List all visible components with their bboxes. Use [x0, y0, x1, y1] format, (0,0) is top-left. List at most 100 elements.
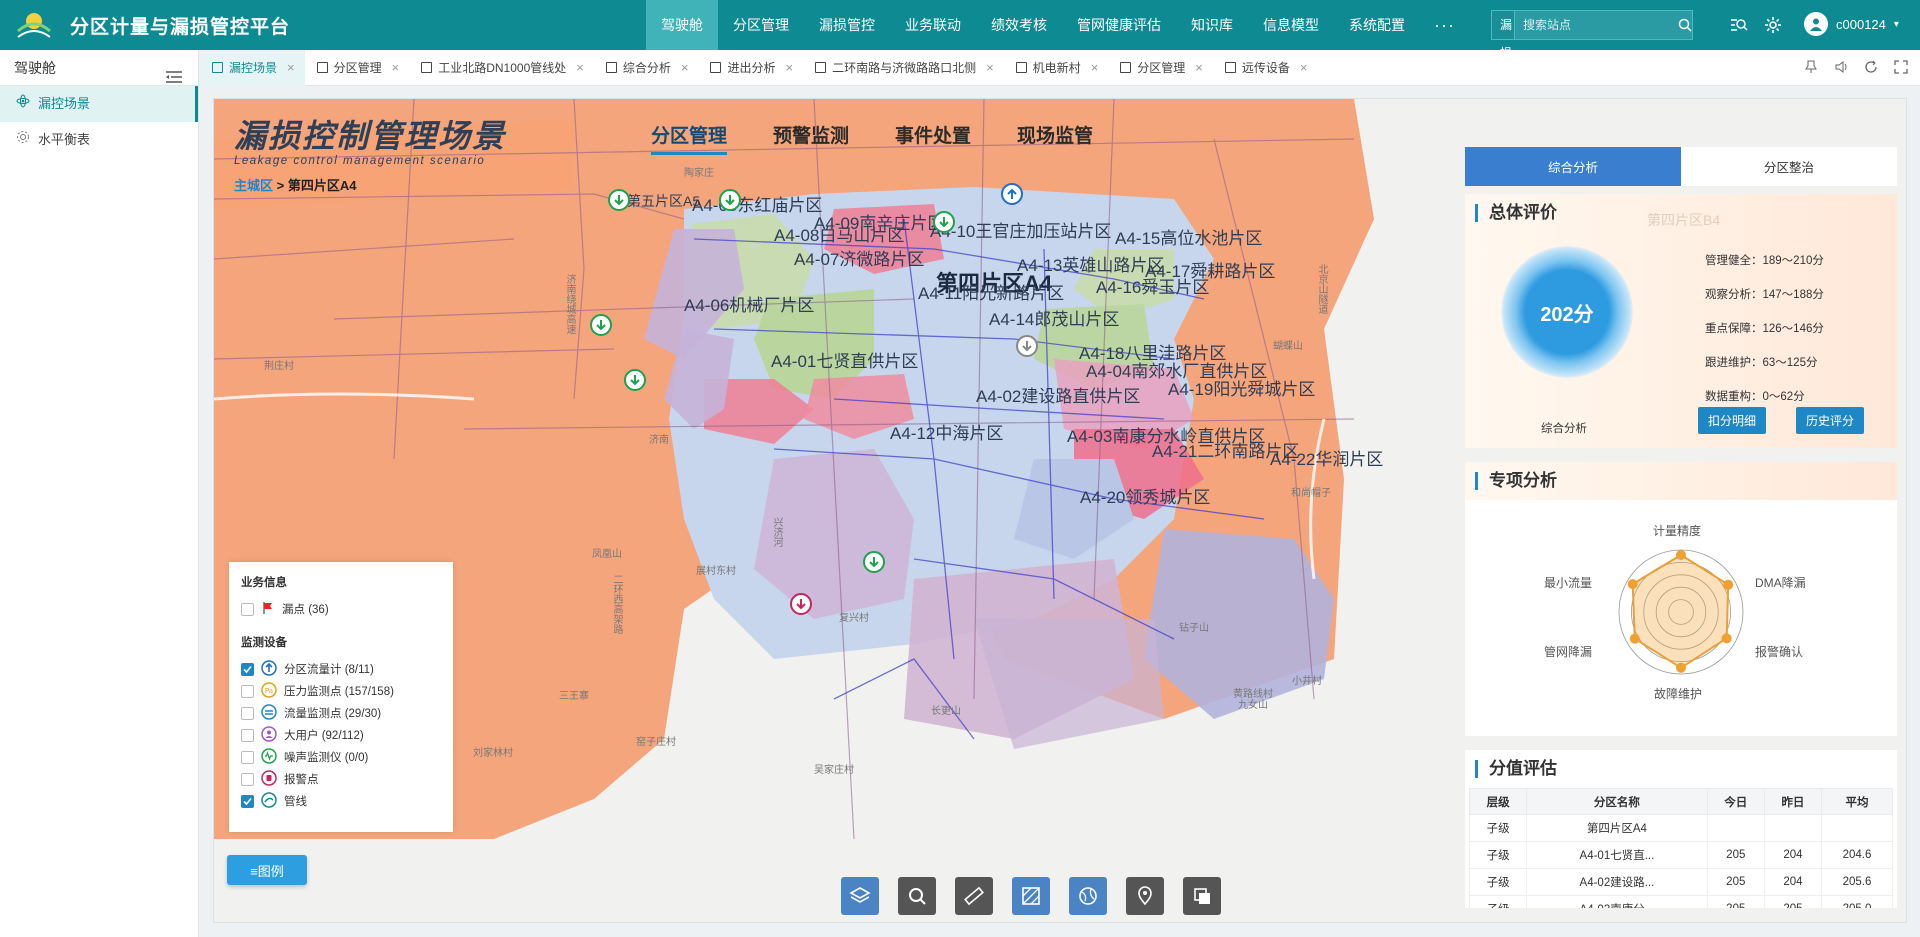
legend-item-flow[interactable]: 流量监测点 (29/30): [241, 702, 441, 724]
checkbox[interactable]: [241, 684, 254, 698]
legend-item-big-user[interactable]: 大用户 (92/112): [241, 724, 441, 746]
nav-network-health[interactable]: 管网健康评估: [1062, 0, 1176, 50]
close-icon[interactable]: ×: [287, 50, 295, 86]
flowmeter-marker[interactable]: [719, 189, 741, 211]
flowmeter-marker[interactable]: [863, 551, 885, 573]
tab-comprehensive[interactable]: 综合分析: [1465, 147, 1681, 186]
pin-icon[interactable]: [1802, 58, 1820, 76]
radar-point[interactable]: [1721, 633, 1732, 644]
breadcrumb-root[interactable]: 主城区: [234, 178, 273, 193]
tab-inout-analysis[interactable]: 进出分析 ×: [698, 50, 803, 86]
sidebar-item-leak-scene[interactable]: 漏控场景: [0, 86, 198, 122]
close-icon[interactable]: ×: [681, 50, 689, 86]
map-toolbar: [841, 877, 1221, 915]
scene-tab-incident-handling[interactable]: 事件处置: [895, 121, 971, 155]
deduction-detail-button[interactable]: 扣分明细: [1698, 407, 1767, 434]
search-bar: 漏损管控 ▾: [1491, 10, 1693, 144]
tab-zone-management-2[interactable]: 分区管理 ×: [1108, 50, 1213, 86]
close-icon[interactable]: ×: [1195, 50, 1203, 86]
zone-label: A4-15高位水池片区: [1115, 229, 1263, 248]
scene-tab-field-supervision[interactable]: 现场监管: [1017, 121, 1093, 155]
nav-business-link[interactable]: 业务联动: [890, 0, 976, 50]
search-icon[interactable]: [898, 877, 936, 915]
tab-jidian-village[interactable]: 机电新村 ×: [1004, 50, 1109, 86]
tab-remote-devices[interactable]: 远传设备 ×: [1213, 50, 1318, 86]
flowmeter-marker[interactable]: [933, 211, 955, 233]
copy-icon[interactable]: [1183, 877, 1221, 915]
gear-icon[interactable]: [1762, 14, 1784, 36]
ruler-icon[interactable]: [955, 877, 993, 915]
tab-comprehensive-analysis[interactable]: 综合分析 ×: [594, 50, 699, 86]
radar-point[interactable]: [1676, 549, 1686, 560]
nav-cockpit[interactable]: 驾驶舱: [646, 0, 718, 50]
checkbox[interactable]: [241, 706, 254, 720]
tab-zone-management[interactable]: 分区管理 ×: [305, 50, 410, 86]
legend-item-pipeline[interactable]: 管线: [241, 790, 441, 812]
scene-tab-zone-management[interactable]: 分区管理: [651, 121, 728, 155]
table-row[interactable]: 子级 A4-01七贤直... 205 204 204.6: [1468, 841, 1893, 869]
pressure-icon: Pa: [261, 681, 277, 701]
location-pin-icon[interactable]: [1126, 877, 1164, 915]
refresh-icon[interactable]: [1862, 58, 1880, 76]
alarm-marker[interactable]: [790, 593, 812, 615]
table-row[interactable]: 子级 A4-02建设路... 205 204 205.6: [1468, 868, 1893, 896]
legend-item-alarm[interactable]: 报警点: [241, 768, 441, 790]
area-measure-icon[interactable]: [1012, 877, 1050, 915]
sidebar-item-water-balance[interactable]: 水平衡表: [0, 122, 198, 158]
close-icon[interactable]: ×: [1091, 50, 1099, 86]
layers-icon[interactable]: [841, 877, 879, 915]
speaker-icon[interactable]: [1832, 58, 1850, 76]
place-label: 小井村: [1292, 676, 1322, 687]
close-icon[interactable]: ×: [986, 50, 994, 86]
nav-leak-control[interactable]: 漏损管控: [804, 0, 890, 50]
history-score-button[interactable]: 历史评分: [1796, 407, 1865, 434]
legend-toggle-button[interactable]: ≡图例: [227, 855, 307, 885]
table-row[interactable]: 子级A4-03南康分...205205205.0: [1468, 895, 1893, 908]
tab-zone-rectify[interactable]: 分区整治: [1681, 147, 1897, 186]
nav-zone-management[interactable]: 分区管理: [718, 0, 804, 50]
flowmeter-marker[interactable]: [1016, 335, 1038, 357]
checkbox[interactable]: [241, 750, 254, 764]
nav-knowledge-base[interactable]: 知识库: [1176, 0, 1248, 50]
search-scope-select[interactable]: 漏损管控 ▾: [1492, 11, 1515, 144]
radar-point[interactable]: [1676, 662, 1686, 673]
checkbox[interactable]: [241, 662, 254, 676]
search-input[interactable]: [1515, 11, 1678, 39]
search-icon[interactable]: [1678, 11, 1692, 39]
radar-point[interactable]: [1627, 579, 1638, 590]
nav-system-config[interactable]: 系统配置: [1334, 0, 1420, 50]
legend-item-pressure[interactable]: Pa 压力监测点 (157/158): [241, 680, 441, 702]
legend-item-noise[interactable]: 噪声监测仪 (0/0): [241, 746, 441, 768]
tab-leak-scene[interactable]: 漏控场景 ×: [200, 49, 305, 86]
legend-item-leak[interactable]: 漏点 (36): [241, 598, 441, 620]
map-view[interactable]: 漏损控制管理场景 Leakage control management scen…: [213, 98, 1907, 923]
checkbox[interactable]: [241, 772, 254, 786]
table-row[interactable]: 子级 第四片区A4: [1468, 814, 1893, 842]
collapse-menu-icon[interactable]: [166, 61, 182, 83]
close-icon[interactable]: ×: [576, 50, 584, 86]
nav-info-model[interactable]: 信息模型: [1248, 0, 1334, 50]
flowmeter-marker[interactable]: [608, 189, 630, 211]
radar-point[interactable]: [1723, 579, 1734, 590]
checkbox[interactable]: [241, 602, 254, 616]
tab-intersection[interactable]: 二环南路与济微路路口北侧 ×: [803, 50, 1004, 86]
legend-item-zone-flowmeter[interactable]: 分区流量计 (8/11): [241, 658, 441, 680]
flowmeter-marker[interactable]: [590, 314, 612, 336]
close-icon[interactable]: ×: [1300, 50, 1308, 86]
radar-point[interactable]: [1629, 633, 1640, 644]
nav-more-icon[interactable]: ···: [1420, 0, 1469, 50]
flowmeter-marker[interactable]: [624, 369, 646, 391]
nav-performance[interactable]: 绩效考核: [976, 0, 1062, 50]
scene-tab-early-warning[interactable]: 预警监测: [773, 121, 849, 155]
flowmeter-up-marker[interactable]: [1001, 183, 1023, 205]
col-yesterday: 昨日: [1763, 788, 1823, 815]
tab-pipeline-location[interactable]: 工业北路DN1000管线处 ×: [409, 50, 594, 86]
checkbox[interactable]: [241, 794, 254, 808]
checkbox[interactable]: [241, 728, 254, 742]
close-icon[interactable]: ×: [392, 50, 400, 86]
user-menu[interactable]: c000124 ▾: [1804, 12, 1899, 36]
close-icon[interactable]: ×: [785, 50, 793, 86]
search-list-icon[interactable]: [1728, 14, 1750, 36]
fullscreen-icon[interactable]: [1892, 58, 1910, 76]
globe-icon[interactable]: [1069, 877, 1107, 915]
